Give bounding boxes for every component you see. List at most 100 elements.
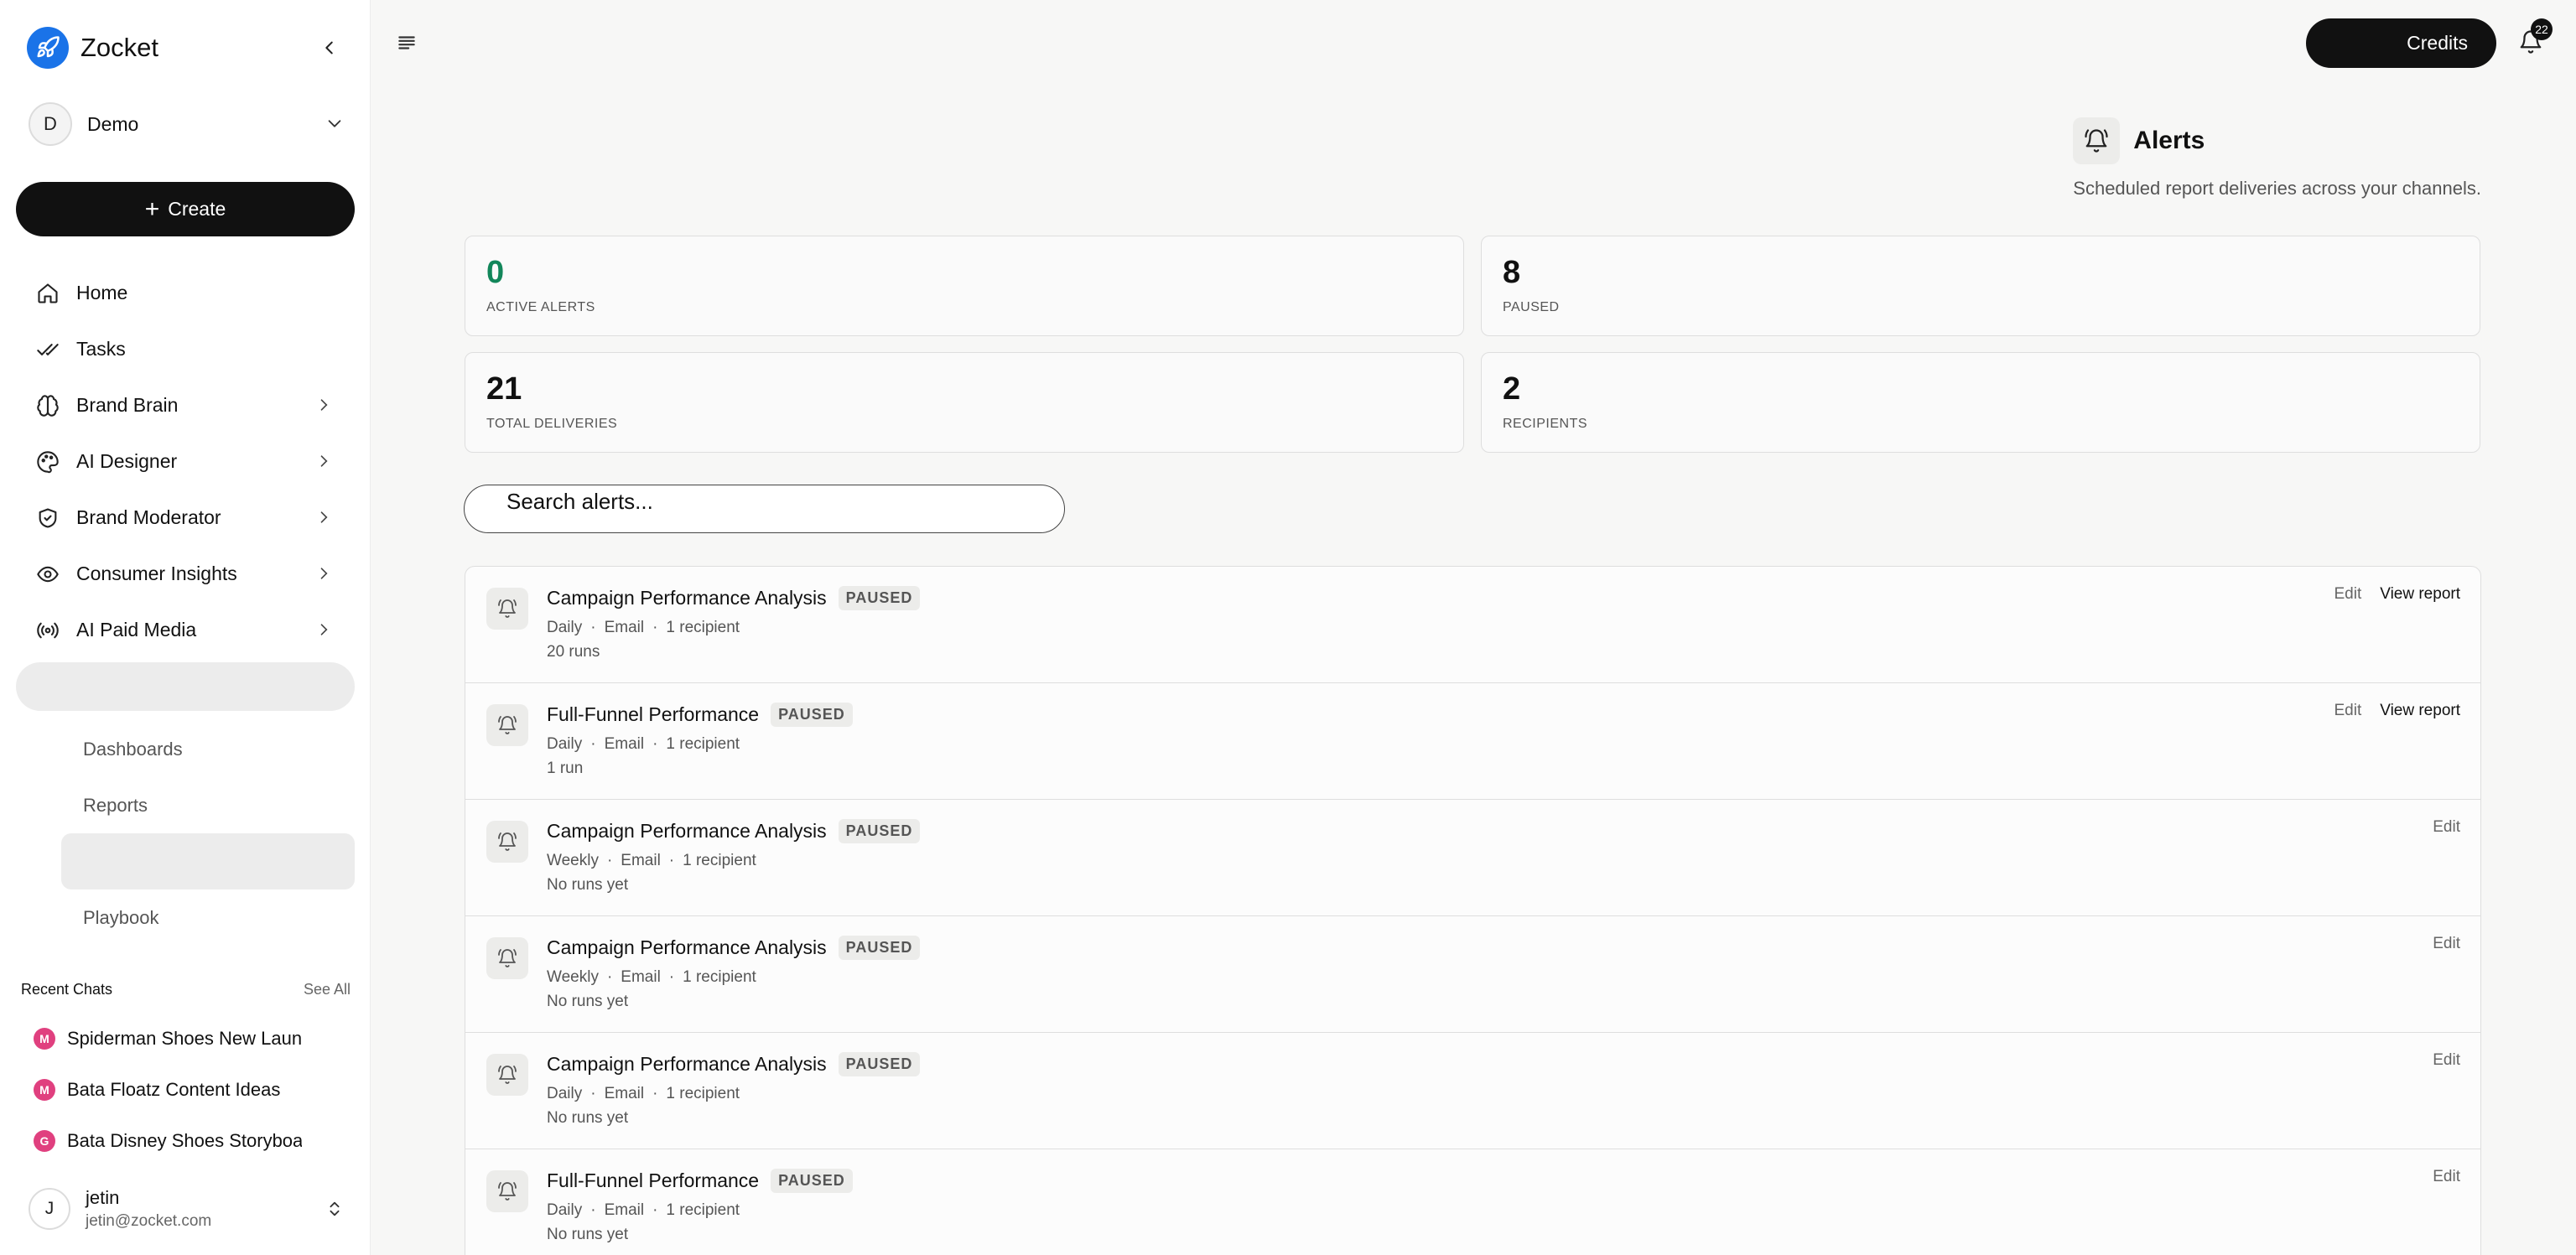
credits-label: Credits	[2407, 32, 2468, 54]
status-badge: PAUSED	[771, 703, 853, 727]
alert-row[interactable]: Campaign Performance Analysis PAUSED Wee…	[465, 800, 2480, 916]
plus-icon: +	[144, 194, 160, 223]
alert-frequency: Weekly	[547, 968, 599, 986]
view-report-link[interactable]: View report	[2380, 702, 2460, 720]
edit-link[interactable]: Edit	[2334, 585, 2361, 604]
alert-runs: No runs yet	[547, 876, 629, 894]
notifications-button[interactable]: 22	[2514, 18, 2553, 59]
status-badge: PAUSED	[838, 586, 921, 610]
alert-row[interactable]: Full-Funnel Performance PAUSED Daily · Ema…	[465, 683, 2480, 800]
subnav-item-reports[interactable]: Reports	[61, 777, 355, 833]
nav-item-consumer-insights[interactable]: Consumer Insights	[16, 546, 355, 602]
app-logo[interactable]: Zocket	[27, 27, 158, 69]
alert-recipients: 1 recipient	[683, 852, 756, 869]
edit-link[interactable]: Edit	[2334, 702, 2361, 720]
alert-row[interactable]: Campaign Performance Analysis PAUSED Dai…	[465, 1033, 2480, 1149]
alert-row[interactable]: Campaign Performance Analysis PAUSED Dai…	[465, 567, 2480, 683]
stat-card-active-alerts: 0 ACTIVE ALERTS	[465, 236, 1464, 336]
nav-label: AI Designer	[76, 450, 178, 472]
stat-value: 2	[1503, 371, 1521, 407]
chevron-down-icon	[322, 111, 347, 136]
chat-title: Bata Disney Shoes Storyboard	[67, 1129, 302, 1151]
alert-channel: Email	[621, 968, 661, 986]
edit-link[interactable]: Edit	[2433, 935, 2460, 953]
alert-frequency: Weekly	[547, 852, 599, 869]
chevron-right-icon	[311, 561, 336, 586]
bell-ring-icon	[486, 588, 528, 630]
alert-runs: 1 run	[547, 760, 584, 777]
alert-meta: Weekly · Email · 1 recipient	[547, 968, 756, 986]
nav-item-brand-brain[interactable]: Brand Brain	[16, 377, 355, 433]
collapse-sidebar-button[interactable]	[317, 35, 342, 60]
page-header: Alerts Scheduled report deliveries acros…	[2073, 117, 2481, 200]
alert-row[interactable]: Full-Funnel Performance PAUSED Daily · Ema…	[465, 1149, 2480, 1255]
home-icon	[34, 280, 61, 307]
recent-chat-item[interactable]: M Bata Floatz Content Ideas	[34, 1064, 302, 1115]
edit-link[interactable]: Edit	[2433, 818, 2460, 837]
eye-icon	[34, 561, 61, 588]
alert-channel: Email	[604, 735, 645, 753]
recent-chats-header: Recent Chats See All	[21, 981, 351, 998]
subnav-item-alerts-active[interactable]	[61, 833, 355, 889]
status-badge: PAUSED	[838, 819, 921, 843]
chat-badge: M	[34, 1027, 55, 1050]
create-button[interactable]: + Create	[16, 182, 355, 236]
chevron-right-icon	[311, 392, 336, 417]
alert-channel: Email	[604, 619, 645, 636]
bell-ring-icon	[486, 1170, 528, 1212]
notification-count-badge: 22	[2531, 18, 2553, 40]
brain-icon	[34, 392, 61, 419]
alert-channel: Email	[604, 1201, 645, 1219]
nav-label: Home	[76, 282, 128, 303]
alert-runs: 20 runs	[547, 643, 600, 661]
stat-label: RECIPIENTS	[1503, 417, 1588, 431]
check-double-icon	[34, 336, 61, 363]
subnav-item-dashboards[interactable]: Dashboards	[61, 721, 355, 777]
workspace-avatar: D	[29, 102, 72, 146]
stat-card-paused: 8 PAUSED	[1481, 236, 2480, 336]
recent-chats-list: M Spiderman Shoes New Launch M Bata Floa…	[34, 1013, 302, 1166]
workspace-switcher[interactable]: D Demo	[29, 101, 347, 148]
user-name: jetin	[86, 1187, 120, 1208]
view-report-link[interactable]: View report	[2380, 585, 2460, 604]
rocket-icon	[27, 27, 69, 69]
nav-item-home[interactable]: Home	[16, 265, 355, 321]
shield-check-icon	[34, 505, 61, 532]
user-menu[interactable]: J jetin jetin@zocket.com	[29, 1184, 347, 1234]
create-button-label: Create	[168, 198, 226, 220]
alert-recipients: 1 recipient	[666, 1201, 740, 1219]
palette-icon	[34, 449, 61, 475]
nav-label: AI Paid Media	[76, 619, 197, 640]
alert-frequency: Daily	[547, 735, 583, 753]
stat-card-total-deliveries: 21 TOTAL DELIVERIES	[465, 352, 1464, 453]
subnav-item-playbook[interactable]: Playbook	[61, 889, 355, 946]
bell-ring-icon	[2073, 117, 2121, 164]
status-badge: PAUSED	[838, 936, 921, 960]
user-info: jetin jetin@zocket.com	[86, 1187, 211, 1231]
nav-item-expanded[interactable]	[16, 662, 355, 711]
alert-title: Full-Funnel Performance	[547, 1169, 760, 1191]
recent-chat-item[interactable]: M Spiderman Shoes New Launch	[34, 1013, 302, 1064]
chat-badge: M	[34, 1078, 55, 1101]
nav-item-ai-designer[interactable]: AI Designer	[16, 433, 355, 490]
search-input[interactable]	[506, 487, 1043, 516]
alert-recipients: 1 recipient	[666, 1085, 740, 1102]
chevrons-up-down-icon	[322, 1196, 347, 1221]
nav-item-tasks[interactable]: Tasks	[16, 321, 355, 377]
edit-link[interactable]: Edit	[2433, 1051, 2460, 1070]
nav-item-ai-paid-media[interactable]: AI Paid Media	[16, 602, 355, 658]
search-box	[464, 485, 1065, 533]
recent-chat-item[interactable]: G Bata Disney Shoes Storyboard	[34, 1115, 302, 1166]
bell-ring-icon	[486, 704, 528, 746]
stat-label: ACTIVE ALERTS	[486, 300, 595, 314]
see-all-link[interactable]: See All	[304, 981, 351, 998]
alert-meta: Daily · Email · 1 recipient	[547, 735, 740, 753]
nav-label: Consumer Insights	[76, 563, 237, 584]
nav-item-brand-moderator[interactable]: Brand Moderator	[16, 490, 355, 546]
sidebar: Zocket D Demo + Create Home Tasks Brand …	[0, 0, 371, 1255]
menu-toggle-button[interactable]	[394, 30, 419, 55]
credits-button[interactable]: Credits	[2306, 18, 2496, 68]
alert-row[interactable]: Campaign Performance Analysis PAUSED Wee…	[465, 916, 2480, 1033]
alert-channel: Email	[621, 852, 661, 869]
edit-link[interactable]: Edit	[2433, 1168, 2460, 1186]
